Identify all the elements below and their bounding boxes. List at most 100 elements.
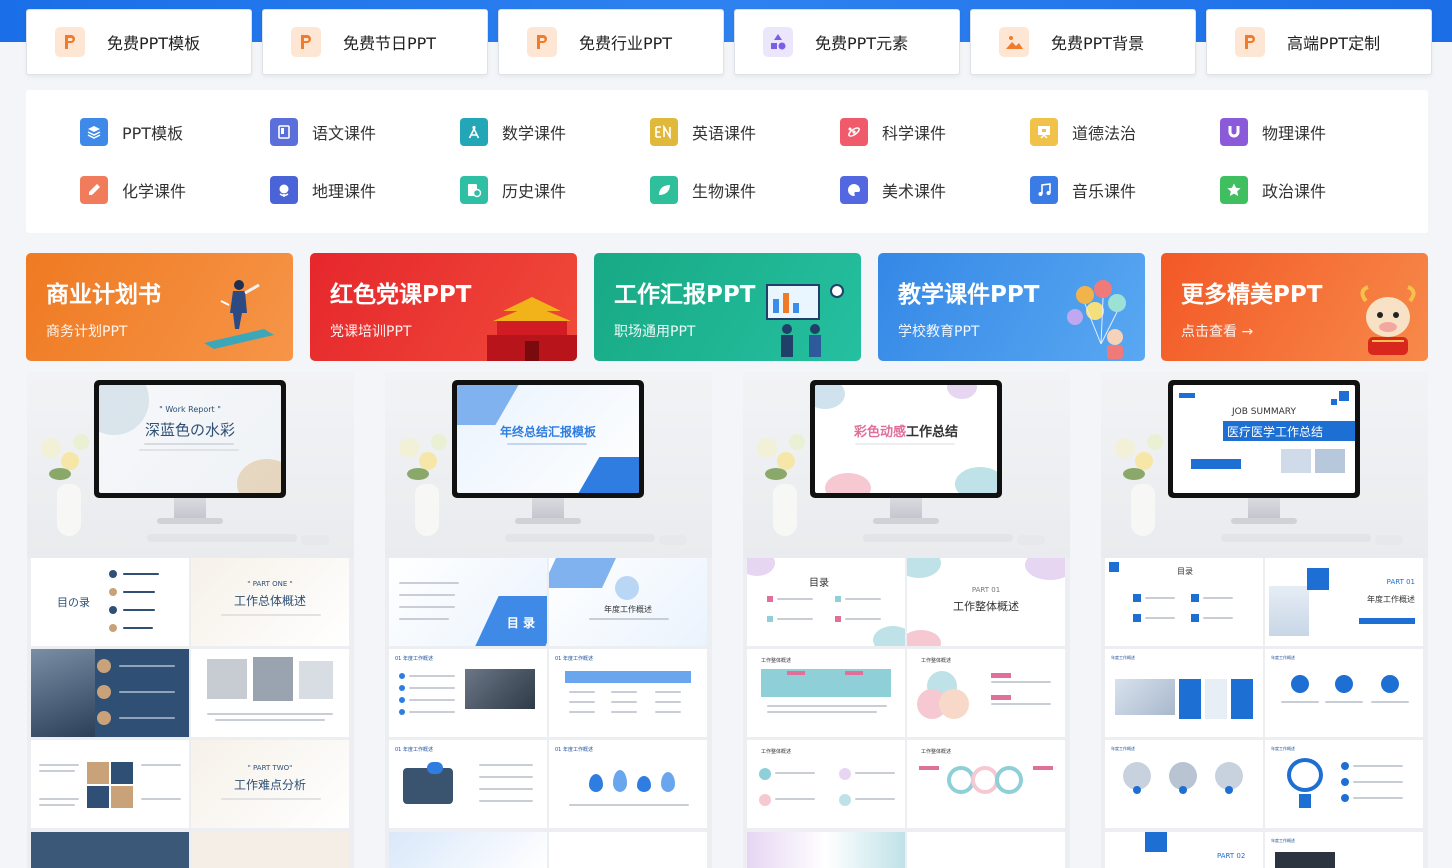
balloons-illustration: [1067, 280, 1126, 359]
thumb-title: 工作总体概述: [233, 594, 306, 608]
slide-thumbnail: PART 01 年度工作概述: [1265, 558, 1423, 646]
slide-thumbnail: 工作整体概述: [907, 649, 1065, 737]
category-label: 英语课件: [692, 124, 757, 143]
flower-decoration: [431, 434, 447, 450]
thumb-title: 年度工作概述: [1271, 655, 1295, 660]
category-ppt-template[interactable]: PPT模板: [80, 118, 183, 146]
tab-label: 免费PPT背景: [1051, 34, 1145, 53]
flower-decoration: [399, 438, 419, 458]
banner-party-lecture[interactable]: 红色党课PPT 党课培训PPT: [310, 253, 577, 361]
category-chinese[interactable]: 语文课件: [270, 118, 376, 146]
thumb-title: 工作整体概述: [761, 658, 792, 664]
slide-thumbnail: [31, 832, 189, 868]
slide-thumbnail: 01 年度工作概述: [389, 649, 547, 737]
ox-mascot-illustration: [1360, 285, 1416, 355]
tab-label: 免费PPT元素: [815, 34, 909, 53]
cover-title: 医疗医学工作总结: [1227, 425, 1324, 439]
slide-thumbnail: [31, 649, 189, 737]
cover-title-a: 彩色动感: [853, 425, 906, 440]
thumb-title: 目录: [1177, 567, 1193, 576]
cover-title-b: 工作总结: [906, 425, 959, 440]
slide-thumbnail: 工作整体概述: [747, 649, 905, 737]
ppt-icon: [55, 27, 85, 57]
board-icon: [1030, 118, 1058, 146]
slide-thumbnail: [191, 832, 349, 868]
banner-work-report[interactable]: 工作汇报PPT 职场通用PPT: [594, 253, 861, 361]
leaf-decoration: [49, 468, 71, 480]
vase-decoration: [773, 484, 797, 536]
thumb-title: 年度工作概述: [1111, 655, 1135, 660]
tab-free-ppt-template[interactable]: 免费PPT模板: [26, 9, 252, 75]
slide-thumbnail: [31, 740, 189, 828]
category-morality-law[interactable]: 道德法治: [1030, 118, 1136, 146]
monitor-stand: [532, 498, 564, 520]
template-card-year-end-summary[interactable]: 年终总结汇报模板 目 录 年度工作概述 01 年度工作概述 01 年度工作概述: [385, 372, 712, 868]
category-label: PPT模板: [122, 124, 184, 143]
tab-premium-ppt-custom[interactable]: 高端PPT定制: [1206, 9, 1432, 75]
mouse: [1375, 535, 1403, 545]
office-meeting-illustration: [766, 284, 844, 357]
category-history[interactable]: 历史课件: [460, 176, 566, 204]
slide-thumbnail: 年度工作概述: [1105, 740, 1263, 828]
thumb-title: 年度工作概述: [604, 605, 652, 614]
slide-thumbnail: PART 01 工作整体概述: [907, 558, 1065, 646]
thumb-title: 年度工作概述: [1111, 746, 1135, 751]
banner-teaching-courseware[interactable]: 教学课件PPT 学校教育PPT: [878, 253, 1145, 361]
category-geography[interactable]: 地理课件: [270, 176, 376, 204]
thumb-title: 目录: [809, 578, 829, 589]
flower-decoration: [1135, 452, 1153, 470]
slide-thumbnail: [191, 649, 349, 737]
thumb-title: 工作整体概述: [761, 749, 792, 755]
category-biology[interactable]: 生物课件: [650, 176, 756, 204]
monitor-base: [1231, 518, 1297, 524]
flask-icon: [80, 176, 108, 204]
category-politics[interactable]: 政治课件: [1220, 176, 1326, 204]
flower-decoration: [777, 452, 795, 470]
thumb-title: 01 年度工作概述: [555, 747, 593, 753]
template-cover-preview: " Work Report " 深蓝色の水彩: [99, 385, 281, 493]
template-card-medical-summary[interactable]: JOB SUMMARY 医疗医学工作总结 目录 PART 01 年度工作概述 年…: [1101, 372, 1428, 868]
top-nav-tabs: 免费PPT模板 免费节日PPT 免费行业PPT 免费PPT元素 免费PPT背景 …: [26, 9, 1432, 75]
tab-free-holiday-ppt[interactable]: 免费节日PPT: [262, 9, 488, 75]
keyboard: [1221, 534, 1371, 542]
monitor: 年终总结汇报模板: [452, 380, 644, 498]
monitor-stand: [174, 498, 206, 520]
thumb-kicker: PART 01: [971, 586, 1001, 594]
category-label: 地理课件: [312, 182, 377, 201]
category-physics[interactable]: 物理课件: [1220, 118, 1326, 146]
banner-subtitle: 点击查看 →: [1181, 324, 1254, 340]
thumb-title: 年度工作概述: [1271, 838, 1295, 843]
slide-thumbnail: 目 录: [389, 558, 547, 646]
banner-business-plan[interactable]: 商业计划书 商务计划PPT: [26, 253, 293, 361]
businessman-illustration: [204, 280, 274, 349]
slide-thumbnail: [747, 832, 905, 868]
category-art[interactable]: 美术课件: [840, 176, 946, 204]
monitor-base: [873, 518, 939, 524]
monitor-stand: [1248, 498, 1280, 520]
category-label: 化学课件: [122, 182, 187, 201]
category-chemistry[interactable]: 化学课件: [80, 176, 186, 204]
tab-free-ppt-elements[interactable]: 免费PPT元素: [734, 9, 960, 75]
template-card-colorful-summary[interactable]: 彩色动感工作总结 目录 PART 01 工作整体概述 工作整体概述 工作整体概述: [743, 372, 1070, 868]
monitor-mockup: 彩色动感工作总结: [743, 372, 1070, 558]
banner-subtitle: 商务计划PPT: [46, 324, 128, 340]
category-english[interactable]: 英语课件: [650, 118, 756, 146]
mouse: [1017, 535, 1045, 545]
banner-title: 更多精美PPT: [1181, 282, 1323, 308]
banner-subtitle: 职场通用PPT: [614, 324, 696, 340]
category-science[interactable]: 科学课件: [840, 118, 946, 146]
thumb-kicker: " PART TWO": [247, 764, 293, 772]
slide-thumbnail: PART 02: [1105, 832, 1263, 868]
thumb-title: 01 年度工作概述: [395, 747, 433, 753]
category-music[interactable]: 音乐课件: [1030, 176, 1136, 204]
banner-subtitle: 学校教育PPT: [898, 324, 980, 340]
book-icon: [270, 118, 298, 146]
banner-more-ppt[interactable]: 更多精美PPT 点击查看 →: [1161, 253, 1428, 361]
flower-decoration: [41, 438, 61, 458]
slide-thumbnail: 年度工作概述: [1105, 649, 1263, 737]
tab-free-industry-ppt[interactable]: 免费行业PPT: [498, 9, 724, 75]
thumb-kicker: PART 01: [1386, 578, 1415, 586]
tab-free-ppt-background[interactable]: 免费PPT背景: [970, 9, 1196, 75]
category-math[interactable]: 数学课件: [460, 118, 566, 146]
template-card-watercolor-blue[interactable]: " Work Report " 深蓝色の水彩 目の录 " PART ONE " …: [27, 372, 354, 868]
